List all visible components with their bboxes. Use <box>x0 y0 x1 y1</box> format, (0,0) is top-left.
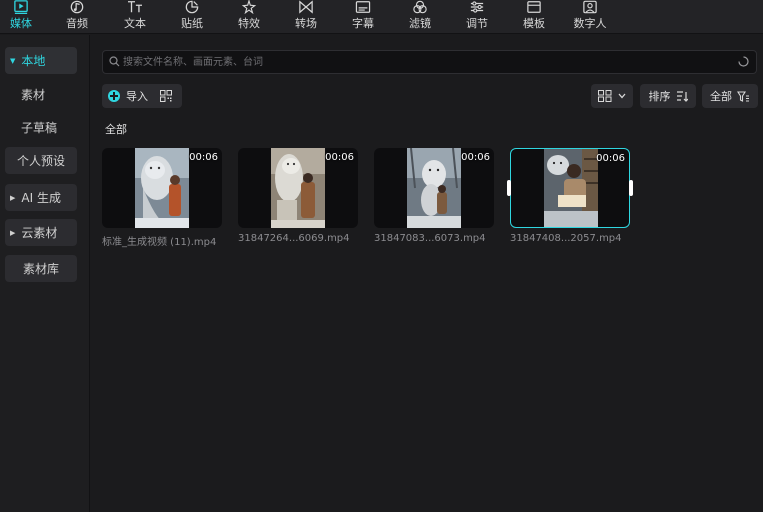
tab-template-label: 模板 <box>523 17 545 30</box>
sidebar-item-library[interactable]: 素材库 <box>5 255 77 282</box>
tab-subtitle-label: 字幕 <box>352 17 374 30</box>
file-name: 31847264...6069.mp4 <box>238 233 350 244</box>
sidebar: ▼ 本地 素材 子草稿 个人预设 ▶ AI 生成 ▶ 云素材 素材库 <box>0 35 90 512</box>
sidebar-item-materials[interactable]: 素材 <box>5 81 77 108</box>
sort-label: 排序 <box>648 90 671 103</box>
search-input[interactable] <box>121 52 721 72</box>
sticker-icon <box>185 0 199 14</box>
thumbnail-image <box>544 149 598 227</box>
search-icon <box>109 56 120 67</box>
tab-text-label: 文本 <box>124 17 146 30</box>
filter-funnel-icon <box>737 90 749 102</box>
thumbnail-image <box>271 148 325 228</box>
loading-spinner-icon <box>738 56 749 67</box>
audio-icon <box>70 0 84 14</box>
duration-label: 00:06 <box>325 152 354 163</box>
media-card[interactable]: 00:06 标准_生成视频 (11).mp4 <box>102 148 222 248</box>
file-name: 标准_生成视频 (11).mp4 <box>102 237 217 248</box>
file-name: 31847083...6073.mp4 <box>374 233 486 244</box>
qr-code-icon[interactable] <box>160 90 172 102</box>
tab-transition-label: 转场 <box>295 17 317 30</box>
duration-label: 00:06 <box>189 152 218 163</box>
sidebar-item-label: 个人预设 <box>16 154 65 168</box>
trim-handle-right[interactable] <box>629 180 633 196</box>
sidebar-item-label: 素材库 <box>22 262 59 276</box>
adjust-icon <box>470 1 484 13</box>
sidebar-item-local[interactable]: ▼ 本地 <box>5 47 77 74</box>
video-thumbnail[interactable]: 00:06 <box>374 148 494 228</box>
duration-label: 00:06 <box>461 152 490 163</box>
sidebar-item-label: AI 生成 <box>21 191 61 205</box>
import-button[interactable]: 导入 <box>102 84 182 108</box>
sort-button[interactable]: 排序 <box>640 84 696 108</box>
tab-media-label: 媒体 <box>10 17 32 30</box>
effects-icon <box>241 0 257 14</box>
filter-button[interactable]: 全部 <box>702 84 758 108</box>
video-thumbnail[interactable]: 00:06 <box>102 148 222 228</box>
duration-label: 00:06 <box>596 153 625 164</box>
media-icon <box>14 0 28 14</box>
video-thumbnail[interactable]: 00:06 <box>238 148 358 228</box>
tab-digital-human-label: 数字人 <box>573 17 607 30</box>
filter-icon <box>413 0 427 14</box>
tab-subtitle[interactable]: 字幕 <box>348 0 378 34</box>
video-thumbnail[interactable]: 00:06 <box>510 148 630 228</box>
media-card[interactable]: 00:06 31847083...6073.mp4 <box>374 148 494 244</box>
sidebar-item-label: 素材 <box>21 88 46 102</box>
grid-view-icon <box>598 90 612 102</box>
section-title: 全部 <box>105 123 127 136</box>
tab-media[interactable]: 媒体 <box>6 0 36 34</box>
file-name: 31847408...2057.mp4 <box>510 233 622 244</box>
sidebar-item-personal-presets[interactable]: 个人预设 <box>5 147 77 174</box>
tab-transition[interactable]: 转场 <box>291 0 321 34</box>
tab-audio[interactable]: 音频 <box>62 0 92 34</box>
tab-effects-label: 特效 <box>238 17 260 30</box>
thumbnail-image <box>407 148 461 228</box>
transition-icon <box>299 0 313 14</box>
sidebar-item-label: 子草稿 <box>21 121 58 135</box>
caret-right-icon: ▶ <box>10 193 16 202</box>
search-bar <box>102 50 757 74</box>
digital-human-icon <box>583 0 597 14</box>
tab-filter-label: 滤镜 <box>409 17 431 30</box>
tab-sticker[interactable]: 贴纸 <box>177 0 207 34</box>
tab-adjust[interactable]: 调节 <box>462 0 492 34</box>
filter-label: 全部 <box>710 90 732 103</box>
sidebar-item-label: 云素材 <box>21 226 58 240</box>
media-card-selected[interactable]: 00:06 31847408...2057.mp4 <box>507 148 633 244</box>
tab-digital-human[interactable]: 数字人 <box>572 0 608 34</box>
sidebar-item-subdrafts[interactable]: 子草稿 <box>5 114 77 141</box>
top-toolbar: 媒体 音频 文本 贴纸 特效 转场 字幕 滤镜 调节 模板 数字人 <box>0 0 763 34</box>
trim-handle-left[interactable] <box>507 180 511 196</box>
tab-text[interactable]: 文本 <box>120 0 150 34</box>
media-card[interactable]: 00:06 31847264...6069.mp4 <box>238 148 358 244</box>
thumbnail-image <box>135 148 189 228</box>
text-icon <box>128 1 142 13</box>
sidebar-item-cloud-materials[interactable]: ▶ 云素材 <box>5 219 77 246</box>
view-mode-button[interactable] <box>591 84 633 108</box>
tab-audio-label: 音频 <box>66 17 88 30</box>
caret-down-icon: ▼ <box>10 56 16 65</box>
tab-filter[interactable]: 滤镜 <box>405 0 435 34</box>
caret-right-icon: ▶ <box>10 228 16 237</box>
sort-icon <box>676 90 688 102</box>
template-icon <box>527 1 541 13</box>
plus-circle-icon <box>108 90 120 102</box>
import-label: 导入 <box>126 90 148 103</box>
sidebar-item-ai-generate[interactable]: ▶ AI 生成 <box>5 184 77 211</box>
tab-adjust-label: 调节 <box>466 17 488 30</box>
sidebar-item-label: 本地 <box>21 54 46 68</box>
tab-effects[interactable]: 特效 <box>234 0 264 34</box>
tab-sticker-label: 贴纸 <box>181 17 203 30</box>
subtitle-icon <box>355 1 371 13</box>
tab-template[interactable]: 模板 <box>519 0 549 34</box>
media-panel: 导入 排序 全部 全部 00:06 标准_生成视频 (11).mp4 00:06 <box>91 35 763 512</box>
chevron-down-icon <box>618 93 626 99</box>
